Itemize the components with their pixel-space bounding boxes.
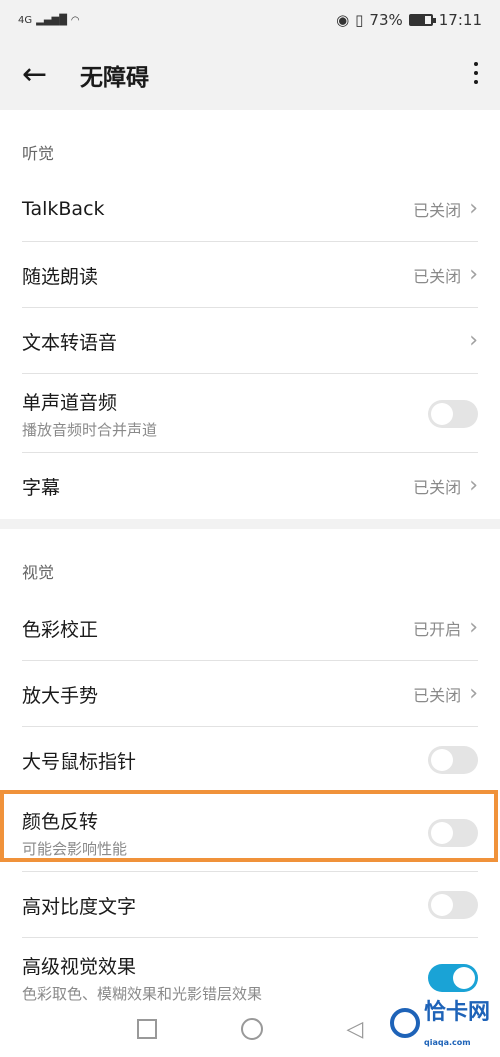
hearing-section: 听觉 TalkBack 已关闭 › 随选朗读 已关闭 › 文本转语音 › 单声道音频… — [0, 110, 500, 519]
row-value: 已开启 — [413, 620, 462, 639]
high-contrast-toggle[interactable] — [428, 891, 478, 919]
back-triangle-icon[interactable]: ◁ — [347, 1017, 364, 1042]
vibrate-icon: ▯ — [355, 11, 364, 29]
row-value: 已关闭 — [413, 478, 462, 497]
row-title: 单声道音频 — [22, 391, 118, 414]
watermark: 恰卡网 qiaqa.com — [389, 994, 490, 1051]
eye-icon: ◉ — [336, 11, 350, 29]
status-bar: 4G ▂▄▆█ ◠ ◉ ▯ 73% 17:11 — [0, 0, 500, 40]
watermark-logo-icon — [389, 1007, 420, 1038]
row-subtitle: 播放音频时合并声道 — [22, 420, 158, 439]
home-icon[interactable] — [240, 1018, 263, 1040]
chevron-right-icon: › — [469, 681, 478, 706]
battery-percent: 73% — [369, 11, 403, 29]
clock: 17:11 — [438, 11, 482, 29]
section-header-vision: 视觉 — [22, 563, 55, 582]
chevron-right-icon: › — [469, 262, 478, 287]
row-high-contrast-text: 高对比度文字 — [0, 872, 500, 938]
row-title: 色彩校正 — [22, 618, 99, 641]
section-header-hearing: 听觉 — [22, 144, 55, 163]
signal-indicator: 4G ▂▄▆█ ◠ — [18, 15, 80, 26]
signal-icon: ▂▄▆█ — [36, 14, 67, 26]
mono-audio-toggle[interactable] — [428, 399, 478, 428]
row-title: 文本转语音 — [22, 331, 118, 354]
row-title: 放大手势 — [22, 684, 99, 707]
row-value: 已关闭 — [413, 686, 462, 705]
row-color-inversion: 颜色反转 可能会影响性能 — [0, 793, 500, 872]
app-bar: ← 无障碍 — [0, 40, 500, 110]
battery-icon — [408, 14, 436, 26]
section-divider — [0, 519, 500, 529]
row-mono-audio: 单声道音频 播放音频时合并声道 — [0, 374, 500, 453]
row-title: 字幕 — [22, 476, 61, 499]
chevron-right-icon: › — [469, 196, 478, 221]
back-arrow-icon[interactable]: ← — [22, 60, 62, 90]
signal-label: 4G — [18, 14, 33, 26]
large-pointer-toggle[interactable] — [428, 746, 478, 774]
row-title: 高级视觉效果 — [22, 955, 137, 978]
watermark-text: 恰卡网 — [423, 1000, 490, 1025]
advanced-visual-toggle[interactable] — [428, 963, 478, 992]
vision-section: 视觉 色彩校正 已开启 › 放大手势 已关闭 › 大号鼠标指针 颜色反转 可能会影响… — [0, 529, 500, 1017]
chevron-right-icon: › — [469, 473, 478, 498]
row-title: 高对比度文字 — [22, 895, 137, 918]
status-right: ◉ ▯ 73% 17:11 — [336, 11, 482, 29]
row-title: 大号鼠标指针 — [22, 750, 137, 773]
row-captions[interactable]: 字幕 已关闭 › — [0, 453, 500, 519]
row-value: 已关闭 — [413, 201, 462, 220]
page-title: 无障碍 — [80, 65, 149, 91]
more-options-icon[interactable] — [474, 62, 478, 84]
watermark-url: qiaqa.com — [423, 1038, 471, 1047]
color-inversion-toggle[interactable] — [428, 818, 478, 847]
row-value: 已关闭 — [413, 267, 462, 286]
row-select-to-speak[interactable]: 随选朗读 已关闭 › — [0, 242, 500, 308]
row-title: 随选朗读 — [22, 265, 99, 288]
chevron-right-icon: › — [469, 328, 478, 353]
row-talkback[interactable]: TalkBack 已关闭 › — [0, 176, 500, 242]
wifi-icon: ◠ — [70, 14, 80, 26]
row-text-to-speech[interactable]: 文本转语音 › — [0, 308, 500, 374]
row-magnification-gesture[interactable]: 放大手势 已关闭 › — [0, 661, 500, 727]
chevron-right-icon: › — [469, 615, 478, 640]
row-title: 颜色反转 — [22, 810, 99, 833]
row-subtitle: 可能会影响性能 — [22, 839, 128, 858]
row-title: TalkBack — [22, 198, 105, 220]
recent-apps-icon[interactable] — [136, 1019, 157, 1039]
row-large-pointer: 大号鼠标指针 — [0, 727, 500, 793]
row-color-correction[interactable]: 色彩校正 已开启 › — [0, 595, 500, 661]
